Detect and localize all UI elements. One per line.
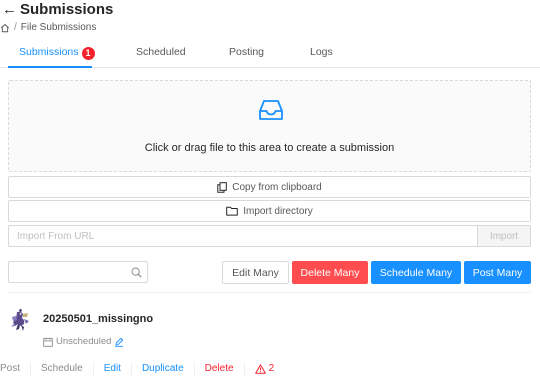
folder-icon (226, 206, 239, 216)
dropzone-text: Click or drag file to this area to creat… (144, 142, 395, 154)
page-title: Submissions (20, 1, 114, 18)
edit-icon[interactable] (114, 337, 124, 347)
schedule-status-label: Unscheduled (56, 336, 112, 347)
copy-from-clipboard-label: Copy from clipboard (232, 181, 322, 193)
breadcrumb-current: File Submissions (20, 22, 97, 33)
problems-indicator[interactable]: 2 (243, 362, 285, 376)
copy-from-clipboard-button[interactable]: Copy from clipboard (8, 176, 531, 198)
edit-many-button[interactable]: Edit Many (222, 261, 289, 284)
submission-thumbnail[interactable] (9, 308, 31, 332)
schedule-action[interactable]: Schedule (30, 362, 93, 376)
schedule-many-button[interactable]: Schedule Many (371, 261, 461, 284)
import-directory-label: Import directory (243, 205, 313, 217)
delete-many-button[interactable]: Delete Many (292, 261, 368, 284)
home-icon[interactable] (0, 23, 10, 33)
breadcrumb: / File Submissions (0, 22, 96, 34)
tab-posting[interactable]: Posting (229, 45, 264, 59)
submission-name: 20250501_missingno (43, 313, 154, 325)
tab-active-indicator (8, 66, 92, 68)
post-many-button[interactable]: Post Many (464, 261, 531, 284)
tab-logs[interactable]: Logs (310, 45, 333, 59)
submission-actions: Post Schedule Edit Duplicate Delete 2 (0, 362, 284, 376)
schedule-status: Unscheduled (43, 336, 124, 348)
search-box (8, 261, 148, 283)
post-action[interactable]: Post (0, 362, 30, 376)
edit-action[interactable]: Edit (92, 362, 131, 376)
calendar-icon (43, 337, 53, 347)
tab-bar: Submissions 1 Scheduled Posting Logs (0, 40, 540, 68)
breadcrumb-separator: / (14, 22, 17, 33)
search-input[interactable] (9, 262, 127, 282)
url-import-row: Import (8, 225, 531, 247)
import-directory-button[interactable]: Import directory (8, 200, 531, 222)
copy-icon (217, 181, 228, 193)
duplicate-action[interactable]: Duplicate (130, 362, 194, 376)
tab-scheduled[interactable]: Scheduled (136, 45, 186, 59)
list-divider (8, 292, 531, 293)
tab-badge: 1 (81, 47, 95, 60)
back-arrow-icon[interactable]: ← (2, 2, 17, 18)
upload-dropzone[interactable]: Click or drag file to this area to creat… (8, 80, 531, 172)
page-header: ← Submissions / File Submissions (0, 0, 540, 38)
tab-label: Submissions (19, 46, 79, 58)
search-icon[interactable] (131, 267, 142, 278)
tab-submissions[interactable]: Submissions 1 (19, 45, 95, 60)
import-url-button[interactable]: Import (477, 225, 531, 247)
import-url-input[interactable] (8, 225, 477, 247)
warning-icon (254, 364, 266, 374)
problems-count: 2 (268, 363, 275, 374)
inbox-icon (259, 100, 283, 120)
delete-action[interactable]: Delete (193, 362, 244, 376)
